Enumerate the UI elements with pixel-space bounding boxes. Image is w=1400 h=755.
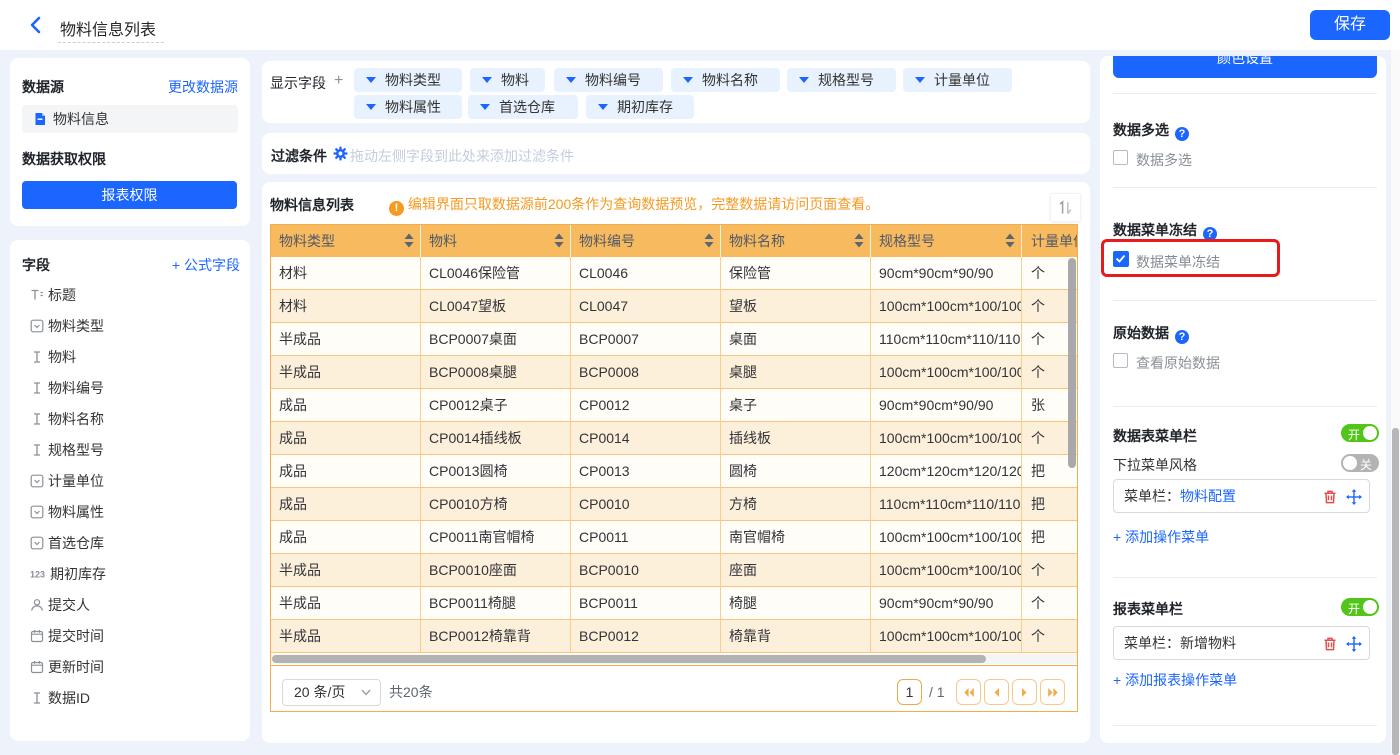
svg-text:123: 123 (30, 570, 45, 580)
